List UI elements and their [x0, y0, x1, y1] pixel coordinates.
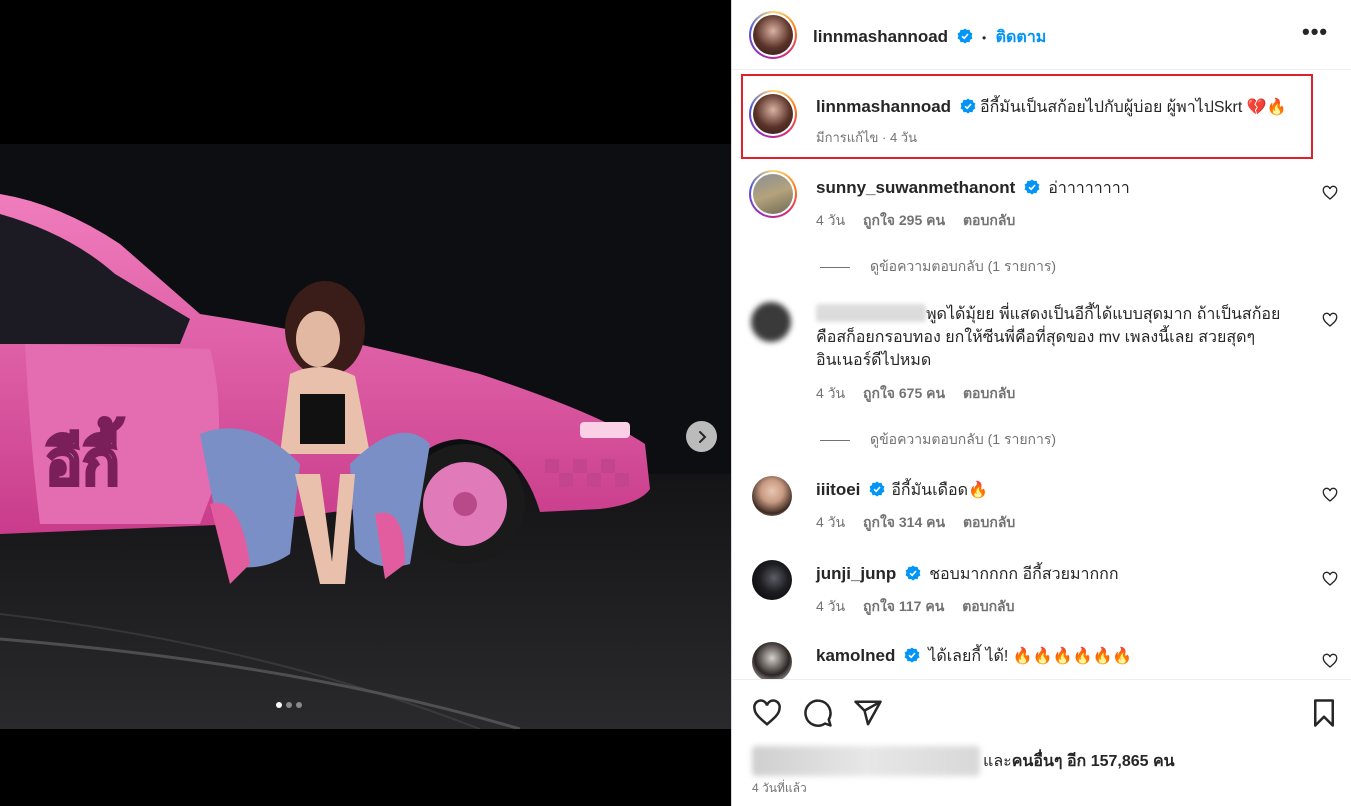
carousel-indicator [276, 702, 302, 708]
comment-text-line: อินเนอร์ดีไปหมด [816, 352, 932, 369]
comment-time: 4 วัน [816, 212, 846, 228]
likes-others[interactable]: คนอื่นๆ อีก 157,865 คน [1012, 749, 1175, 774]
verified-icon [957, 28, 972, 44]
caption-text: อีกี้มันเป็นสก้อยไปกับผู้บ่อย ผู้พาไปSkr… [979, 99, 1287, 116]
reply-button[interactable]: ตอบกลับ [962, 598, 1014, 614]
comment-meta: 4 วัน ถูกใจ 295 คน ตอบกลับ [816, 210, 1029, 232]
comment-likes[interactable]: ถูกใจ 675 คน [863, 385, 945, 401]
more-icon: ••• [1302, 19, 1329, 44]
reply-button[interactable]: ตอบกลับ [963, 514, 1015, 530]
like-comment-icon[interactable] [1322, 185, 1338, 201]
comment-likes[interactable]: ถูกใจ 314 คน [863, 514, 945, 530]
comment-avatar[interactable] [752, 642, 792, 679]
chevron-right-icon [698, 430, 706, 443]
comment-meta: 4 วัน ถูกใจ 675 คน ตอบกลับ [816, 383, 1029, 405]
like-comment-icon[interactable] [1322, 571, 1338, 587]
like-comment-icon[interactable] [1322, 653, 1338, 669]
verified-icon [1024, 179, 1040, 195]
comment-avatar[interactable] [752, 560, 792, 600]
view-replies-label: ดูข้อความตอบกลับ (1 รายการ) [870, 258, 1057, 274]
carousel-dot [276, 702, 282, 708]
view-replies-button[interactable]: ดูข้อความตอบกลับ (1 รายการ) [820, 429, 1056, 451]
view-replies-button[interactable]: ดูข้อความตอบกลับ (1 รายการ) [820, 256, 1056, 278]
comment-username[interactable]: iiitoei [816, 480, 860, 499]
post-media: อีกี้ [0, 0, 731, 806]
likes-prefix: และ [983, 752, 1012, 770]
carousel-dot [296, 702, 302, 708]
comment-meta: 4 วัน ถูกใจ 117 คน ตอบกลับ [816, 596, 1029, 618]
verified-icon [904, 647, 920, 663]
comment-username[interactable] [816, 304, 926, 322]
verified-icon [960, 98, 975, 114]
caption-author-avatar[interactable] [749, 90, 797, 138]
post-header: linnmashannoad • ติดตาม ••• [732, 0, 1351, 70]
liked-by-blurred [752, 746, 980, 776]
comment-avatar[interactable] [749, 170, 797, 218]
post-photo: อีกี้ [0, 144, 731, 729]
comment-username[interactable]: sunny_suwanmethanont [816, 178, 1015, 197]
comments-list[interactable]: linnmashannoad อีกี้มันเป็นสก้อยไปกับผู้… [732, 70, 1351, 679]
comment-text: อีกี้มันเดือด🔥 [891, 482, 988, 499]
comment-likes[interactable]: ถูกใจ 117 คน [863, 598, 944, 614]
comment-text: อ่าาาาาาาา [1048, 180, 1130, 197]
like-comment-icon[interactable] [1322, 312, 1338, 328]
comment-username[interactable]: kamolned [816, 646, 895, 665]
comment-text: พูดได้มุ้ยย พี่แสดงเป็นอีกี้ได้แบบสุดมาก… [926, 306, 1281, 323]
comment-time: 4 วัน [816, 514, 846, 530]
reply-button[interactable]: ตอบกลับ [963, 385, 1015, 401]
comment-username[interactable]: junji_junp [816, 564, 896, 583]
bookmark-icon[interactable] [1309, 698, 1339, 728]
comment-likes[interactable]: ถูกใจ 295 คน [863, 212, 945, 228]
caption-username[interactable]: linnmashannoad [816, 97, 951, 116]
next-slide-button[interactable] [686, 421, 717, 452]
share-icon[interactable] [853, 698, 883, 728]
comment-avatar[interactable] [751, 302, 791, 342]
comment-text: ชอบมากกกก อีกี้สวยมากกก [929, 566, 1119, 583]
carousel-dot [286, 702, 292, 708]
post-side-panel: linnmashannoad • ติดตาม ••• linnmashanno… [731, 0, 1351, 806]
comment-avatar[interactable] [752, 476, 792, 516]
caption-meta: มีการแก้ไข · 4 วัน [816, 130, 917, 145]
verified-icon [869, 481, 885, 497]
author-avatar[interactable] [749, 11, 797, 59]
follow-button[interactable]: ติดตาม [996, 29, 1047, 46]
like-comment-icon[interactable] [1322, 487, 1338, 503]
svg-text:อีกี้: อีกี้ [45, 417, 125, 499]
comment-text: ได้เลยกี้ ได้! 🔥🔥🔥🔥🔥🔥 [928, 648, 1133, 665]
verified-icon [905, 565, 921, 581]
reply-button[interactable]: ตอบกลับ [963, 212, 1015, 228]
comment-time: 4 วัน [816, 385, 846, 401]
post-time-ago: 4 วันที่แล้ว [752, 781, 807, 795]
author-username[interactable]: linnmashannoad [813, 27, 948, 46]
comment-time: 4 วัน [816, 598, 846, 614]
heart-icon[interactable] [752, 698, 782, 728]
photo-illustration: อีกี้ [0, 144, 731, 729]
header-separator: • [981, 31, 987, 45]
likes-summary[interactable]: และ คนอื่นๆ อีก 157,865 คน [752, 746, 1175, 776]
comment-icon[interactable] [803, 698, 833, 728]
view-replies-label: ดูข้อความตอบกลับ (1 รายการ) [870, 431, 1057, 447]
comment-meta: 4 วัน ถูกใจ 314 คน ตอบกลับ [816, 512, 1029, 534]
comment-text-line: คือสก็อยกรอบทอง ยกให้ซีนพี่คือที่สุดของ … [816, 329, 1256, 346]
post-actions: และ คนอื่นๆ อีก 157,865 คน 4 วันที่แล้ว [732, 679, 1351, 806]
more-options-button[interactable]: ••• [1302, 19, 1329, 44]
